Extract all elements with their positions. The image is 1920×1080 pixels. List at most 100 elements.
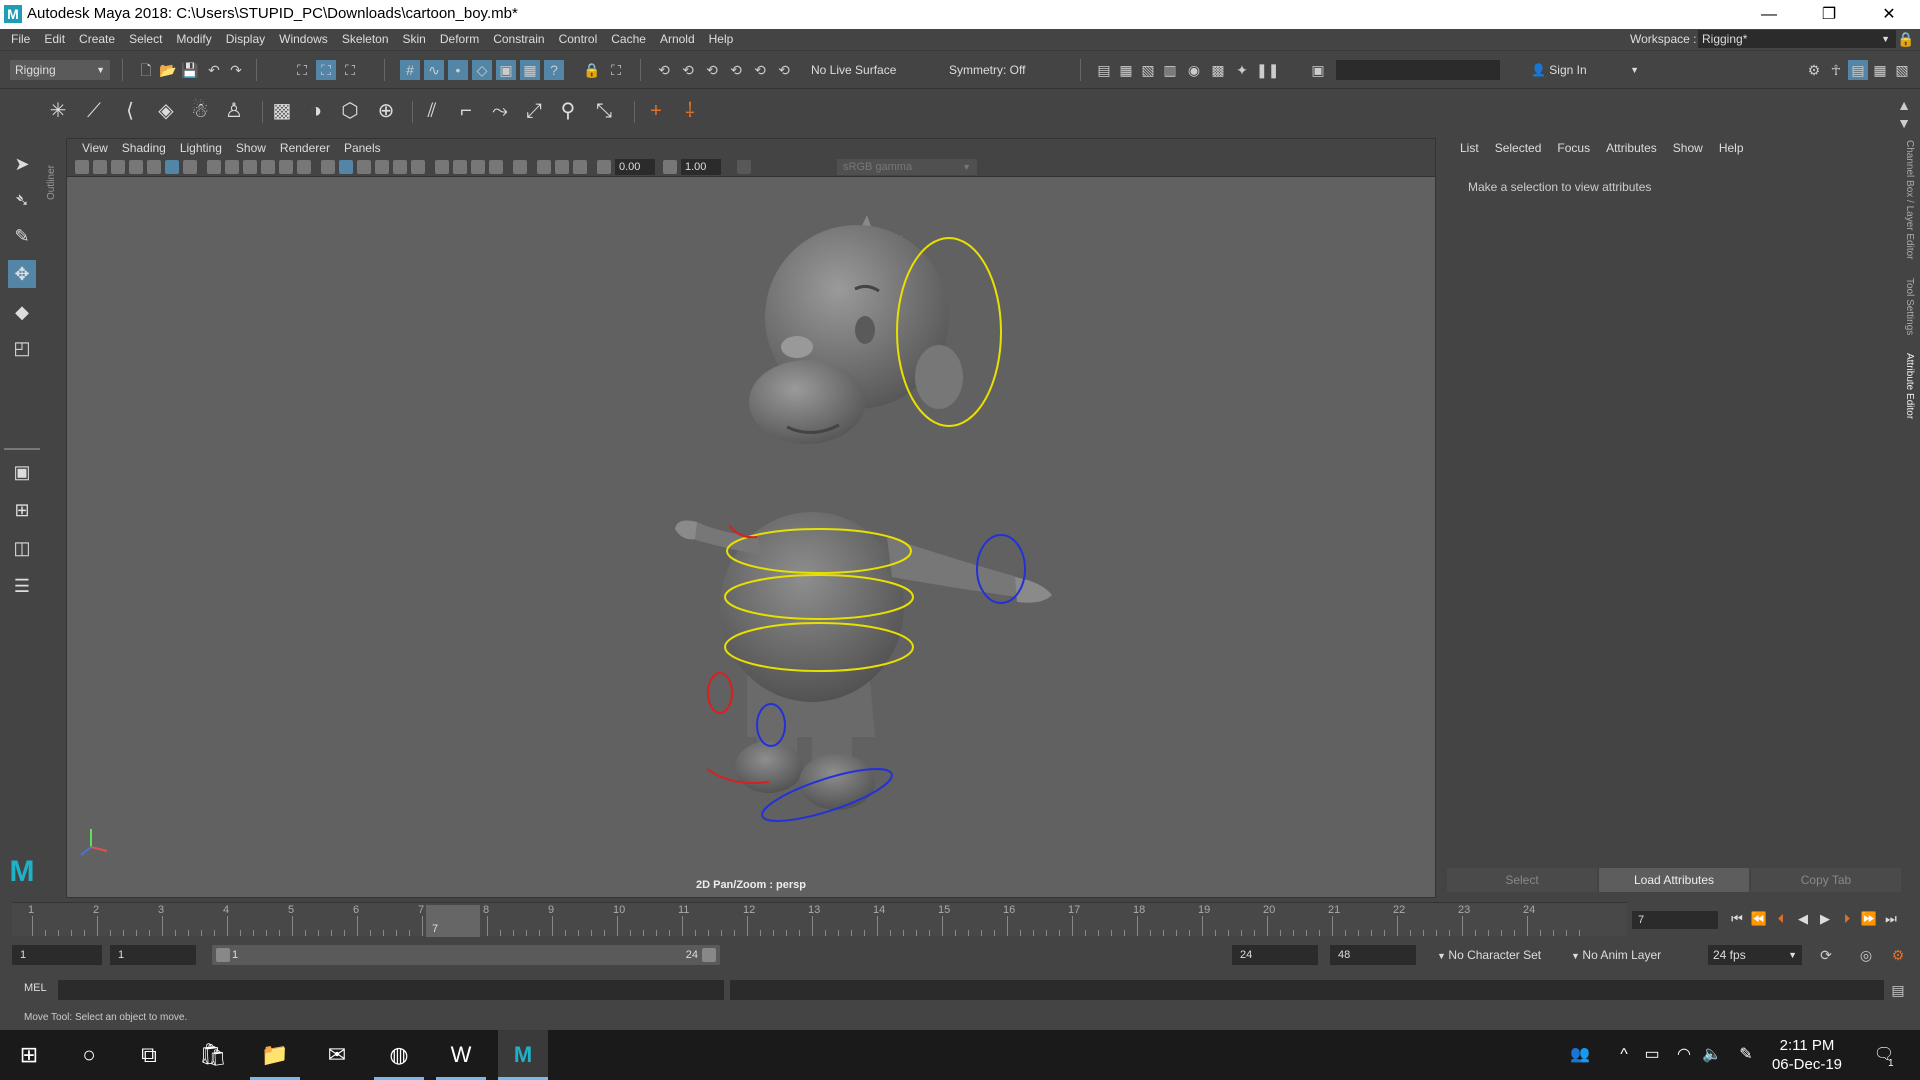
- redo-icon[interactable]: ↷: [226, 60, 246, 80]
- outliner-layout-icon[interactable]: ☰: [8, 572, 36, 600]
- playback-start-field[interactable]: 1: [110, 945, 196, 965]
- viewport-menu-lighting[interactable]: Lighting: [173, 141, 229, 155]
- menu-arnold[interactable]: Arnold: [653, 31, 702, 48]
- menu-cache[interactable]: Cache: [604, 31, 653, 48]
- lock-icon[interactable]: 🔒: [1896, 29, 1916, 49]
- viewport-menu-view[interactable]: View: [75, 141, 115, 155]
- smooth-shade-icon[interactable]: [339, 160, 353, 174]
- step-back-frame-icon[interactable]: ⏪: [1750, 910, 1768, 928]
- set-driven-key-icon[interactable]: ⸸: [676, 97, 704, 125]
- bind-skin-icon[interactable]: ▩: [268, 97, 296, 125]
- snap-help-icon[interactable]: ?: [544, 60, 564, 80]
- safe-action-icon[interactable]: [297, 160, 311, 174]
- render-frame-icon[interactable]: ▦: [1116, 60, 1136, 80]
- go-to-end-icon[interactable]: ⏭: [1882, 910, 1900, 928]
- bookmark-icon[interactable]: [129, 160, 143, 174]
- grid-icon[interactable]: [207, 160, 221, 174]
- system-clock[interactable]: 2:11 PM 06-Dec-19: [1760, 1036, 1854, 1074]
- history-icon[interactable]: ⟲: [750, 60, 770, 80]
- volume-icon[interactable]: 🔈: [1700, 1043, 1724, 1067]
- save-scene-icon[interactable]: 💾: [180, 60, 200, 80]
- ambient-occlusion-icon[interactable]: [435, 160, 449, 174]
- viewport-panel[interactable]: View Shading Lighting Show Renderer Panels 0.…: [66, 138, 1436, 898]
- live-surface-dropdown[interactable]: No Live Surface: [806, 60, 916, 80]
- exposure-icon[interactable]: [597, 160, 611, 174]
- motion-blur-icon[interactable]: [453, 160, 467, 174]
- attr-tab-attributes[interactable]: Attributes: [1598, 140, 1665, 156]
- viewport-menu-renderer[interactable]: Renderer: [273, 141, 337, 155]
- search-icon[interactable]: ○: [64, 1030, 114, 1080]
- xray-icon[interactable]: [537, 160, 551, 174]
- paint-weights-icon[interactable]: ◑: [302, 97, 330, 125]
- mail-icon[interactable]: ✉: [312, 1030, 362, 1080]
- pole-vector-icon[interactable]: ⤡: [590, 97, 618, 125]
- wifi-icon[interactable]: ◠: [1672, 1043, 1696, 1067]
- four-view-layout-icon[interactable]: ⊞: [8, 496, 36, 524]
- tool-settings-icon[interactable]: ▦: [1870, 60, 1890, 80]
- step-forward-key-icon[interactable]: ⏵: [1838, 910, 1856, 928]
- menu-display[interactable]: Display: [219, 31, 272, 48]
- menu-create[interactable]: Create: [72, 31, 122, 48]
- menu-file[interactable]: File: [4, 31, 37, 48]
- history-icon[interactable]: ⟲: [654, 60, 674, 80]
- humanik-icon[interactable]: ☃: [186, 97, 214, 125]
- battery-icon[interactable]: ▭: [1640, 1043, 1664, 1067]
- range-slider[interactable]: 1 24: [212, 945, 720, 965]
- tab-channel-box[interactable]: Channel Box / Layer Editor: [1904, 140, 1915, 260]
- script-editor-icon[interactable]: ▤: [1888, 980, 1908, 1000]
- scale-constraint-icon[interactable]: ⤢: [520, 97, 548, 125]
- character-set-dropdown[interactable]: ▼ No Character Set: [1432, 945, 1562, 965]
- menu-skin[interactable]: Skin: [396, 31, 433, 48]
- shadows-icon[interactable]: [411, 160, 425, 174]
- shelf-scroll-up-icon[interactable]: ▲: [1894, 95, 1914, 115]
- exposure-field[interactable]: 0.00: [615, 159, 655, 175]
- open-scene-icon[interactable]: 📂: [158, 60, 178, 80]
- snap-grid-icon[interactable]: #: [400, 60, 420, 80]
- fps-dropdown[interactable]: 24 fps ▼: [1708, 945, 1802, 965]
- select-component-icon[interactable]: ⛶: [340, 60, 360, 80]
- menu-deform[interactable]: Deform: [433, 31, 486, 48]
- menu-help[interactable]: Help: [702, 31, 741, 48]
- history-icon[interactable]: ⟲: [774, 60, 794, 80]
- file-explorer-icon[interactable]: 📁: [250, 1030, 300, 1080]
- playback-end-field[interactable]: 24: [1232, 945, 1318, 965]
- select-construction-icon[interactable]: ⛶: [606, 60, 626, 80]
- film-gate-icon[interactable]: [225, 160, 239, 174]
- anim-layer-dropdown[interactable]: ▼ No Anim Layer: [1566, 945, 1686, 965]
- grease-pencil-icon[interactable]: [183, 160, 197, 174]
- task-view-icon[interactable]: ⧉: [124, 1030, 174, 1080]
- rotate-tool-icon[interactable]: ◆: [8, 298, 36, 326]
- load-attributes-button[interactable]: Load Attributes: [1599, 868, 1749, 892]
- select-object-icon[interactable]: ⛶: [316, 60, 336, 80]
- gate-mask-icon[interactable]: [261, 160, 275, 174]
- ipr-render-icon[interactable]: ▧: [1138, 60, 1158, 80]
- animation-end-field[interactable]: 48: [1330, 945, 1416, 965]
- tab-tool-settings[interactable]: Tool Settings: [1904, 278, 1915, 335]
- gamma-icon[interactable]: [663, 160, 677, 174]
- menu-modify[interactable]: Modify: [169, 31, 218, 48]
- chevron-up-icon[interactable]: ^: [1612, 1043, 1636, 1067]
- attribute-editor-icon[interactable]: ▤: [1848, 60, 1868, 80]
- hypershade-icon[interactable]: ◉: [1184, 60, 1204, 80]
- gamma-field[interactable]: 1.00: [681, 159, 721, 175]
- input-field[interactable]: [1336, 60, 1500, 80]
- play-forward-icon[interactable]: ▶: [1816, 910, 1834, 928]
- image-plane-icon[interactable]: [147, 160, 161, 174]
- snap-surface-icon[interactable]: ▣: [496, 60, 516, 80]
- sign-in-dropdown[interactable]: 👤 Sign In ▼: [1526, 60, 1644, 80]
- play-backward-icon[interactable]: ◀: [1794, 910, 1812, 928]
- xray-joints-icon[interactable]: [555, 160, 569, 174]
- loop-icon[interactable]: ⟳: [1816, 945, 1836, 965]
- channel-box-icon[interactable]: ▧: [1892, 60, 1912, 80]
- render-setup-icon[interactable]: ▩: [1208, 60, 1228, 80]
- resolution-gate-icon[interactable]: [243, 160, 257, 174]
- people-icon[interactable]: 👥: [1568, 1043, 1592, 1067]
- lattice-icon[interactable]: ⬡: [336, 97, 364, 125]
- menu-skeleton[interactable]: Skeleton: [335, 31, 396, 48]
- lights-icon[interactable]: [393, 160, 407, 174]
- field-chart-icon[interactable]: [279, 160, 293, 174]
- copy-tab-button[interactable]: Copy Tab: [1751, 868, 1901, 892]
- parent-constraint-icon[interactable]: ⚲: [554, 97, 582, 125]
- anti-alias-icon[interactable]: [471, 160, 485, 174]
- range-end-handle[interactable]: [702, 948, 716, 962]
